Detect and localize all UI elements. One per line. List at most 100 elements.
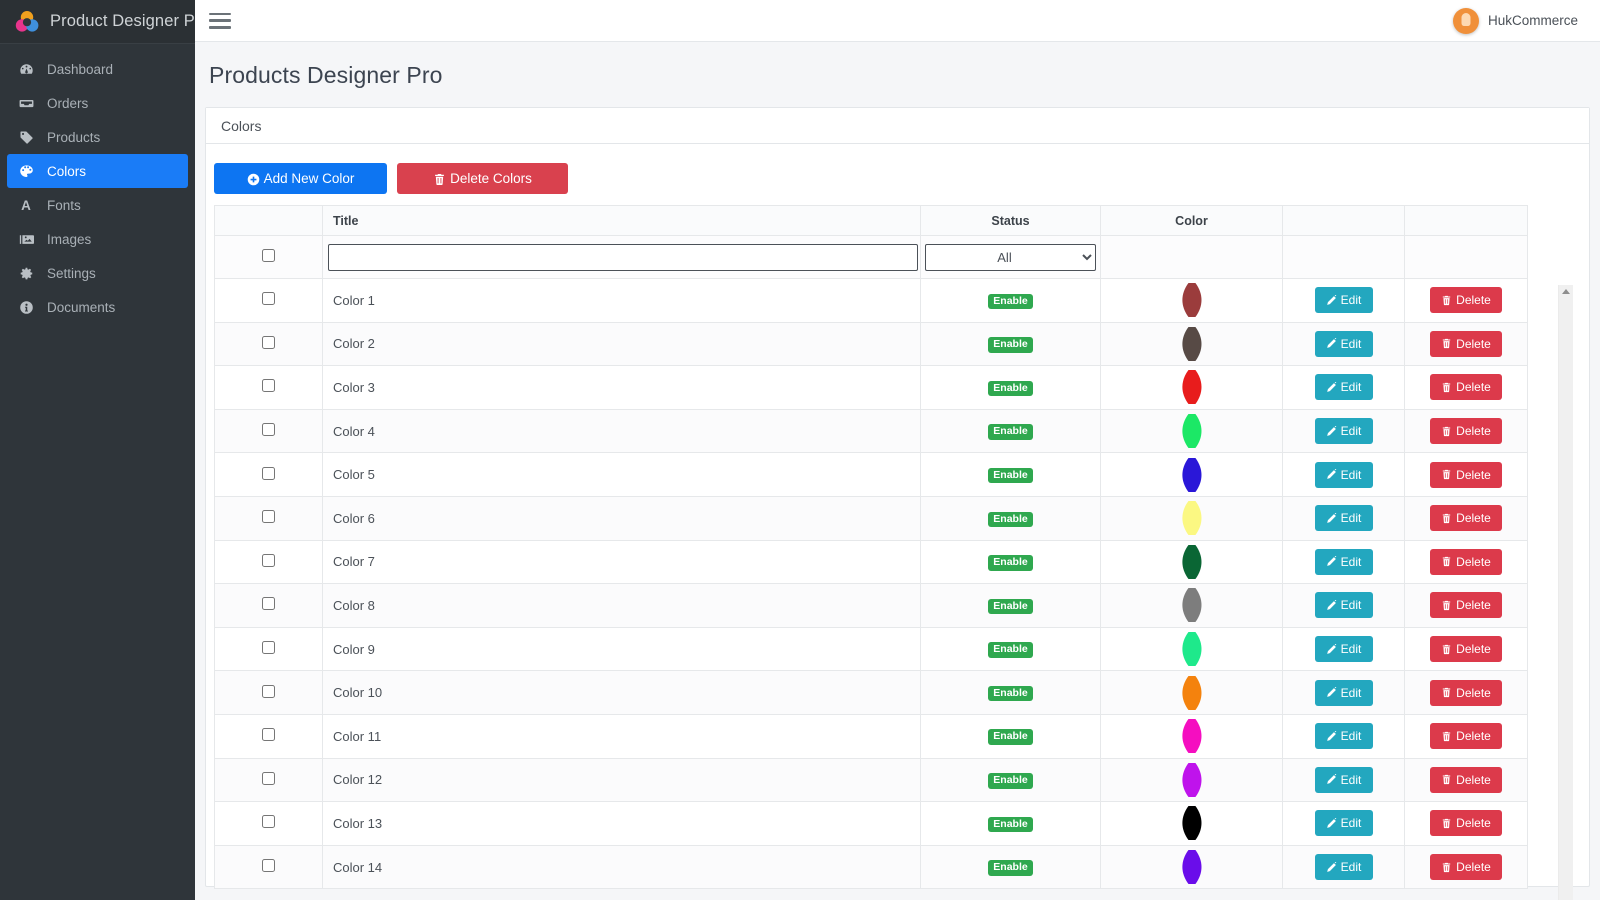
delete-button[interactable]: Delete bbox=[1430, 287, 1502, 313]
brand[interactable]: Product Designer Pro bbox=[0, 0, 195, 44]
delete-button[interactable]: Delete bbox=[1430, 767, 1502, 793]
delete-button[interactable]: Delete bbox=[1430, 854, 1502, 880]
edit-button-label: Edit bbox=[1341, 686, 1362, 700]
row-title: Color 10 bbox=[323, 671, 921, 715]
table-row: Color 1EnableEditDelete bbox=[215, 279, 1528, 323]
table-row: Color 9EnableEditDelete bbox=[215, 627, 1528, 671]
row-checkbox[interactable] bbox=[262, 554, 275, 567]
row-select-cell bbox=[215, 758, 323, 802]
scroll-up-arrow-icon[interactable] bbox=[1562, 289, 1570, 294]
edit-button[interactable]: Edit bbox=[1315, 767, 1373, 793]
delete-button[interactable]: Delete bbox=[1430, 462, 1502, 488]
sidebar-item-images[interactable]: Images bbox=[0, 222, 189, 256]
row-status: Enable bbox=[921, 453, 1101, 497]
color-leaf-icon bbox=[1175, 283, 1209, 317]
trash-icon bbox=[1441, 295, 1452, 306]
table-scrollbar[interactable] bbox=[1558, 285, 1573, 900]
delete-button[interactable]: Delete bbox=[1430, 592, 1502, 618]
edit-button[interactable]: Edit bbox=[1315, 505, 1373, 531]
sidebar-item-products[interactable]: Products bbox=[0, 120, 189, 154]
row-title: Color 5 bbox=[323, 453, 921, 497]
hamburger-icon[interactable] bbox=[209, 13, 231, 29]
delete-button-label: Delete bbox=[1456, 555, 1491, 569]
row-checkbox[interactable] bbox=[262, 597, 275, 610]
row-checkbox[interactable] bbox=[262, 336, 275, 349]
pencil-icon bbox=[1326, 469, 1337, 480]
pencil-icon bbox=[1326, 774, 1337, 785]
trash-icon bbox=[1441, 426, 1452, 437]
delete-button[interactable]: Delete bbox=[1430, 636, 1502, 662]
edit-button[interactable]: Edit bbox=[1315, 723, 1373, 749]
sidebar-item-documents[interactable]: Documents bbox=[0, 290, 189, 324]
sidebar-item-settings[interactable]: Settings bbox=[0, 256, 189, 290]
color-leaf-icon bbox=[1175, 458, 1209, 492]
row-edit-cell: Edit bbox=[1283, 322, 1405, 366]
row-checkbox[interactable] bbox=[262, 423, 275, 436]
sidebar-item-colors[interactable]: Colors bbox=[7, 154, 188, 188]
delete-button[interactable]: Delete bbox=[1430, 374, 1502, 400]
row-delete-cell: Delete bbox=[1405, 496, 1528, 540]
edit-button[interactable]: Edit bbox=[1315, 810, 1373, 836]
row-color-swatch bbox=[1101, 845, 1283, 889]
edit-button[interactable]: Edit bbox=[1315, 549, 1373, 575]
row-checkbox[interactable] bbox=[262, 379, 275, 392]
edit-button[interactable]: Edit bbox=[1315, 854, 1373, 880]
sidebar-item-dashboard[interactable]: Dashboard bbox=[0, 52, 189, 86]
edit-button[interactable]: Edit bbox=[1315, 636, 1373, 662]
delete-button[interactable]: Delete bbox=[1430, 505, 1502, 531]
row-edit-cell: Edit bbox=[1283, 845, 1405, 889]
edit-button[interactable]: Edit bbox=[1315, 374, 1373, 400]
add-new-color-label: Add New Color bbox=[264, 171, 355, 186]
delete-button[interactable]: Delete bbox=[1430, 418, 1502, 444]
table-row: Color 11EnableEditDelete bbox=[215, 714, 1528, 758]
pencil-icon bbox=[1326, 818, 1337, 829]
page-title: Products Designer Pro bbox=[195, 42, 1600, 107]
row-checkbox[interactable] bbox=[262, 815, 275, 828]
row-checkbox[interactable] bbox=[262, 510, 275, 523]
sidebar-item-fonts[interactable]: A Fonts bbox=[0, 188, 189, 222]
row-checkbox[interactable] bbox=[262, 292, 275, 305]
row-status: Enable bbox=[921, 409, 1101, 453]
delete-button[interactable]: Delete bbox=[1430, 723, 1502, 749]
delete-colors-button[interactable]: Delete Colors bbox=[397, 163, 568, 194]
row-title: Color 13 bbox=[323, 802, 921, 846]
edit-button-label: Edit bbox=[1341, 380, 1362, 394]
edit-button[interactable]: Edit bbox=[1315, 287, 1373, 313]
row-checkbox[interactable] bbox=[262, 685, 275, 698]
edit-button[interactable]: Edit bbox=[1315, 680, 1373, 706]
edit-button[interactable]: Edit bbox=[1315, 418, 1373, 444]
delete-button[interactable]: Delete bbox=[1430, 331, 1502, 357]
trash-icon bbox=[433, 173, 444, 184]
row-checkbox[interactable] bbox=[262, 641, 275, 654]
title-filter-input[interactable] bbox=[328, 244, 918, 271]
user-menu[interactable]: HukCommerce bbox=[1453, 8, 1578, 34]
row-delete-cell: Delete bbox=[1405, 279, 1528, 323]
sidebar-item-orders[interactable]: Orders bbox=[0, 86, 189, 120]
row-checkbox[interactable] bbox=[262, 772, 275, 785]
delete-button[interactable]: Delete bbox=[1430, 680, 1502, 706]
row-select-cell bbox=[215, 714, 323, 758]
row-checkbox[interactable] bbox=[262, 467, 275, 480]
trash-icon bbox=[1441, 687, 1452, 698]
table-head: Title Status Color bbox=[215, 206, 1528, 279]
delete-button[interactable]: Delete bbox=[1430, 810, 1502, 836]
sidebar-item-label: Products bbox=[47, 130, 100, 145]
pencil-icon bbox=[1326, 687, 1337, 698]
edit-button[interactable]: Edit bbox=[1315, 592, 1373, 618]
select-all-checkbox[interactable] bbox=[262, 249, 275, 262]
table-row: Color 14EnableEditDelete bbox=[215, 845, 1528, 889]
row-color-swatch bbox=[1101, 714, 1283, 758]
row-checkbox[interactable] bbox=[262, 728, 275, 741]
status-filter-select[interactable]: AllEnableDisable bbox=[925, 244, 1096, 271]
edit-button[interactable]: Edit bbox=[1315, 462, 1373, 488]
row-checkbox[interactable] bbox=[262, 859, 275, 872]
palette-icon bbox=[16, 164, 36, 179]
row-title: Color 7 bbox=[323, 540, 921, 584]
edit-button[interactable]: Edit bbox=[1315, 331, 1373, 357]
add-new-color-button[interactable]: Add New Color bbox=[214, 163, 387, 194]
delete-button-label: Delete bbox=[1456, 773, 1491, 787]
edit-button-label: Edit bbox=[1341, 816, 1362, 830]
row-status: Enable bbox=[921, 322, 1101, 366]
row-status: Enable bbox=[921, 496, 1101, 540]
delete-button[interactable]: Delete bbox=[1430, 549, 1502, 575]
